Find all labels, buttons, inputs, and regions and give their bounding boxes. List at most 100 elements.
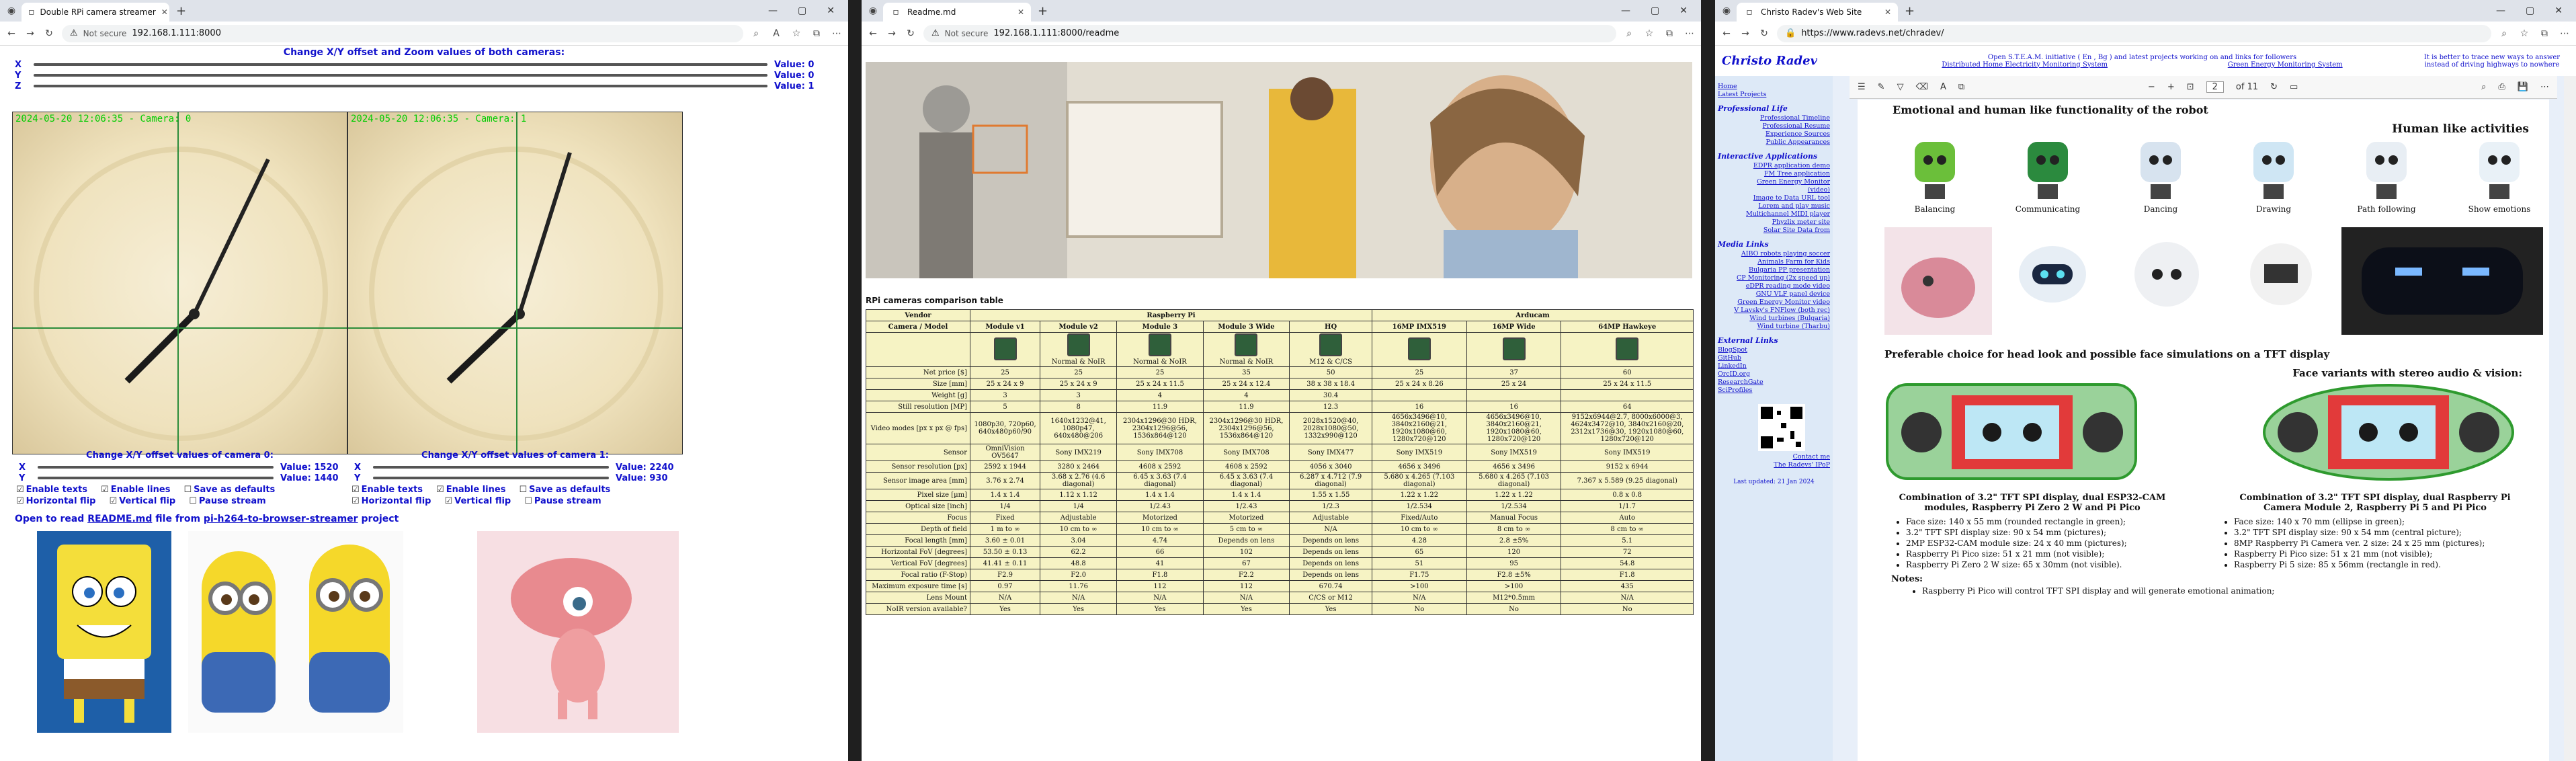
sidebar-link[interactable]: Green Energy Monitor xyxy=(1718,178,1830,186)
enable-texts-checkbox[interactable]: Enable texts xyxy=(16,485,87,495)
settings-icon[interactable]: ⋯ xyxy=(1684,28,1696,40)
readme-link[interactable]: README.md xyxy=(87,514,152,524)
new-tab-icon[interactable]: + xyxy=(1038,4,1048,18)
sidebar-link[interactable]: Professional Resume xyxy=(1718,122,1830,130)
extensions-icon[interactable]: ⧉ xyxy=(1663,28,1675,40)
two-page-icon[interactable]: ▭ xyxy=(2290,82,2298,92)
sidebar-link[interactable]: Lorem and play music xyxy=(1718,202,1830,210)
slider-y[interactable]: Y Value: 0 xyxy=(0,70,848,81)
address-bar[interactable]: ⚠ Not secure 192.168.1.111:8000/readme xyxy=(923,24,1616,42)
sidebar-link[interactable]: V Lavsky's FNFlow (both rec) xyxy=(1718,307,1830,315)
zoom-icon[interactable]: ⌕ xyxy=(2498,28,2510,40)
tab-radevs[interactable]: ▫ Christo Radev's Web Site ✕ xyxy=(1737,3,1898,22)
sidebar-link[interactable]: Public Appearances xyxy=(1718,138,1830,147)
radevs-ipop-link[interactable]: The Radevs' IPoP xyxy=(1718,461,1830,469)
sidebar-link[interactable]: Professional Timeline xyxy=(1718,114,1830,122)
enable-lines-checkbox[interactable]: Enable lines xyxy=(436,485,506,495)
sidebar-link[interactable]: Latest Projects xyxy=(1718,91,1830,99)
reload-icon[interactable]: ↻ xyxy=(905,28,917,40)
sidebar-link[interactable]: AIBO robots playing soccer xyxy=(1718,250,1830,258)
fit-icon[interactable]: ⊡ xyxy=(2187,82,2194,92)
forward-icon[interactable]: → xyxy=(24,28,36,40)
enable-texts-checkbox[interactable]: Enable texts xyxy=(351,485,423,495)
draw-icon[interactable]: ✎ xyxy=(1878,82,1885,92)
sidebar-link[interactable]: FM Tree application xyxy=(1718,170,1830,178)
sidebar-link[interactable]: BlogSpot xyxy=(1718,346,1830,354)
sidebar-link[interactable]: EDPR application demo xyxy=(1718,162,1830,170)
favorite-icon[interactable]: ☆ xyxy=(1643,28,1655,40)
vertical-flip-checkbox[interactable]: Vertical flip xyxy=(444,496,511,506)
zoom-in-icon[interactable]: + xyxy=(2167,82,2175,92)
text-icon[interactable]: A xyxy=(1940,82,1946,92)
print-icon[interactable]: ⎙ xyxy=(2498,82,2505,92)
sidebar-link[interactable]: GitHub xyxy=(1718,354,1830,362)
maximize-icon[interactable]: ▢ xyxy=(2526,5,2534,16)
cam1-slider-x[interactable]: X Value: 2240 xyxy=(351,462,679,473)
new-tab-icon[interactable]: + xyxy=(176,4,186,18)
forward-icon[interactable]: → xyxy=(1739,28,1751,40)
sidebar-link[interactable]: ResearchGate xyxy=(1718,378,1830,387)
close-icon[interactable]: ✕ xyxy=(1884,7,1891,17)
green-energy-link[interactable]: Green Energy Monitoring System xyxy=(2228,61,2343,69)
highlight-icon[interactable]: ▽ xyxy=(1897,82,1904,92)
cam0-slider-x[interactable]: X Value: 1520 xyxy=(16,462,343,473)
save-icon[interactable]: 💾 xyxy=(2518,82,2528,92)
minimize-icon[interactable]: — xyxy=(2496,5,2505,16)
repo-link[interactable]: pi-h264-to-browser-streamer xyxy=(204,514,358,524)
sidebar-link[interactable]: Bulgaria PP presentation xyxy=(1718,266,1830,274)
cam1-slider-y[interactable]: Y Value: 930 xyxy=(351,473,679,483)
sidebar-link[interactable]: eDPR reading mode video xyxy=(1718,282,1830,290)
sidebar-link[interactable]: Green Energy Monitor video xyxy=(1718,298,1830,307)
sidebar-link[interactable]: Wind turbines (Bulgaria) xyxy=(1718,315,1830,323)
new-tab-icon[interactable]: + xyxy=(1905,4,1915,18)
tab-streamer[interactable]: ▫ Double RPi camera streamer ✕ xyxy=(22,3,169,22)
horizontal-flip-checkbox[interactable]: Horizontal flip xyxy=(16,496,96,506)
slider-z[interactable]: Z Value: 1 xyxy=(0,81,848,91)
tab-readme[interactable]: ▫ Readme.md ✕ xyxy=(883,3,1031,22)
back-icon[interactable]: ← xyxy=(1720,28,1733,40)
header-line-1[interactable]: Open S.T.E.A.M. initiative ( En , Bg ) a… xyxy=(1882,54,2403,61)
address-bar[interactable]: ⚠ Not secure 192.168.1.111:8000 xyxy=(62,24,743,42)
window-close-icon[interactable]: ✕ xyxy=(1679,5,1688,16)
zoom-out-icon[interactable]: − xyxy=(2148,82,2155,92)
minimize-icon[interactable]: — xyxy=(1621,5,1630,16)
settings-icon[interactable]: ⋯ xyxy=(831,28,843,40)
slider-track[interactable] xyxy=(373,477,609,479)
sidebar-link[interactable]: Solar Site Data from xyxy=(1718,227,1830,235)
sidebar-link[interactable]: CP Monitoring (2x speed up) xyxy=(1718,274,1830,282)
address-bar[interactable]: 🔒 https://www.radevs.net/chradev/ xyxy=(1777,24,2491,42)
vertical-flip-checkbox[interactable]: Vertical flip xyxy=(109,496,175,506)
profile-icon[interactable]: ◉ xyxy=(867,5,879,17)
slider-track[interactable] xyxy=(34,85,767,87)
back-icon[interactable]: ← xyxy=(5,28,17,40)
profile-icon[interactable]: ◉ xyxy=(1720,5,1733,17)
settings-icon[interactable]: ⋯ xyxy=(2559,28,2571,40)
slider-x[interactable]: X Value: 0 xyxy=(0,59,848,70)
enable-lines-checkbox[interactable]: Enable lines xyxy=(101,485,171,495)
pause-stream-checkbox[interactable]: Pause stream xyxy=(189,496,266,506)
more-icon[interactable]: ⋯ xyxy=(2540,82,2549,92)
scrollbar[interactable] xyxy=(2564,76,2576,761)
sidebar-link[interactable]: Phyzlix meter site xyxy=(1718,218,1830,227)
home-electricity-link[interactable]: Distributed Home Electricity Monitoring … xyxy=(1942,61,2108,69)
back-icon[interactable]: ← xyxy=(867,28,879,40)
save-defaults-checkbox[interactable]: Save as defaults xyxy=(183,485,275,495)
sidebar-link[interactable]: (video) xyxy=(1718,186,1830,194)
forward-icon[interactable]: → xyxy=(886,28,898,40)
sidebar-link[interactable]: Home xyxy=(1718,83,1830,91)
sidebar-link[interactable]: Experience Sources xyxy=(1718,130,1830,138)
sidebar-link[interactable]: LinkedIn xyxy=(1718,362,1830,370)
menu-icon[interactable]: ☰ xyxy=(1858,82,1866,92)
slider-track[interactable] xyxy=(38,477,274,479)
page-number-input[interactable]: 2 xyxy=(2206,81,2224,93)
maximize-icon[interactable]: ▢ xyxy=(798,5,806,16)
read-aloud-icon[interactable]: A xyxy=(770,28,782,40)
slider-track[interactable] xyxy=(34,63,767,66)
maximize-icon[interactable]: ▢ xyxy=(1651,5,1659,16)
slider-track[interactable] xyxy=(38,466,274,469)
erase-icon[interactable]: ⌫ xyxy=(1916,82,1928,92)
reload-icon[interactable]: ↻ xyxy=(1758,28,1770,40)
close-icon[interactable]: ✕ xyxy=(161,7,168,17)
sidebar-link[interactable]: OrcID.org xyxy=(1718,370,1830,378)
sidebar-link[interactable]: Multichannel MIDI player xyxy=(1718,210,1830,218)
